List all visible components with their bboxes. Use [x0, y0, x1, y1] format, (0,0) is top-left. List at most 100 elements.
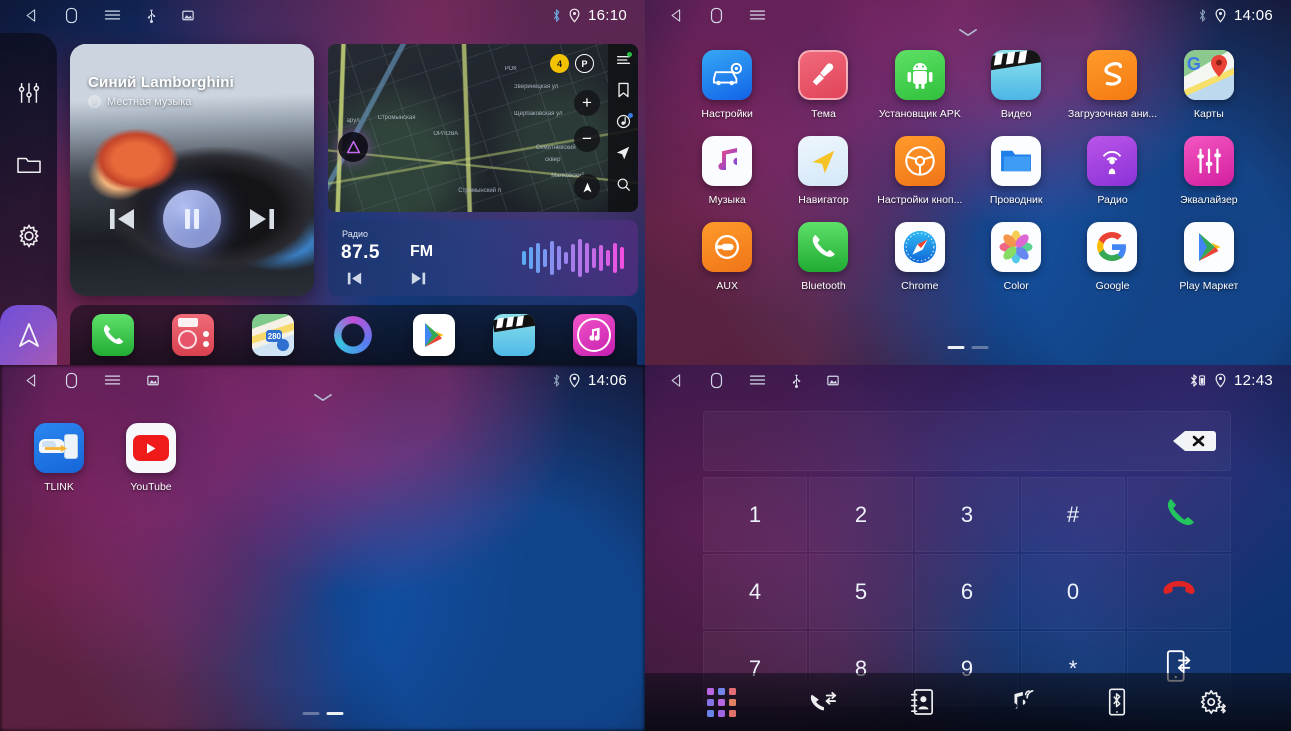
- map-widget[interactable]: арул Зверинецкая ул Щербаковская ул Стромын…: [328, 44, 638, 212]
- back-icon[interactable]: [24, 373, 39, 388]
- screenshot-icon[interactable]: [827, 375, 839, 386]
- page-dot[interactable]: [947, 346, 965, 349]
- dock-item-play-store-icon[interactable]: [412, 314, 455, 356]
- dock-item-radio-icon[interactable]: [172, 314, 215, 356]
- app-grid-item[interactable]: Play Маркет: [1161, 222, 1257, 292]
- contacts-book-icon[interactable]: [910, 688, 934, 716]
- map-compass-button[interactable]: [574, 174, 600, 200]
- page-dot[interactable]: [302, 712, 319, 715]
- previous-track-button[interactable]: [107, 206, 137, 232]
- key-5[interactable]: 5: [809, 554, 913, 629]
- keypad-dots-icon[interactable]: [707, 687, 737, 717]
- folder-icon[interactable]: [16, 153, 42, 175]
- app-grid-item-label: Google: [1095, 280, 1130, 292]
- sidebar-navigation-tile[interactable]: [0, 305, 57, 365]
- hangup-button[interactable]: [1127, 554, 1231, 629]
- next-track-button[interactable]: [247, 206, 277, 232]
- app-grid-item[interactable]: Настройки кноп...: [872, 136, 968, 206]
- dock-item-phone-icon[interactable]: [92, 314, 134, 356]
- dock-item-assistant-ring-icon[interactable]: [332, 314, 374, 356]
- waveform-bar: [578, 239, 582, 277]
- app-grid-item[interactable]: Видео: [968, 50, 1064, 120]
- page-dot[interactable]: [326, 712, 343, 715]
- menu-icon[interactable]: [749, 8, 766, 22]
- location-icon: [569, 8, 580, 23]
- map-zoom-out-button[interactable]: −: [574, 126, 600, 152]
- app-grid-item[interactable]: G Карты: [1161, 50, 1257, 120]
- usb-icon[interactable]: [792, 373, 801, 388]
- dock-item-maps-icon[interactable]: 280: [252, 314, 295, 356]
- app-grid-item[interactable]: Google: [1064, 222, 1160, 292]
- equalizer-icon[interactable]: [17, 81, 41, 105]
- statusbar-clock: 12:43: [1233, 371, 1273, 389]
- pane-dialer: 12:43 1 2 3 #4 5 6 0 7 8 9 *: [645, 365, 1291, 731]
- menu-icon[interactable]: [104, 8, 121, 22]
- home-icon[interactable]: [65, 372, 78, 389]
- screenshot-icon[interactable]: [182, 10, 194, 21]
- menu-icon[interactable]: [104, 373, 121, 387]
- desktop-app-youtube[interactable]: YouTube: [126, 423, 176, 493]
- key-2[interactable]: 2: [809, 477, 913, 552]
- app-grid-item[interactable]: Проводник: [968, 136, 1064, 206]
- key-6[interactable]: 6: [915, 554, 1019, 629]
- map-street-label: Щербаковская ул: [514, 111, 563, 118]
- page-dot[interactable]: [971, 346, 989, 349]
- map-badges: 4P: [550, 54, 594, 73]
- app-grid-item[interactable]: Загрузочная ани...: [1064, 50, 1160, 120]
- parking-badge[interactable]: P: [575, 54, 594, 73]
- tlink-icon: [34, 423, 84, 473]
- app-grid-item[interactable]: Навигатор: [775, 136, 871, 206]
- traffic-badge[interactable]: 4: [550, 54, 569, 73]
- call-history-icon[interactable]: [808, 689, 838, 715]
- app-grid-item[interactable]: Chrome: [872, 222, 968, 292]
- key-1[interactable]: 1: [703, 477, 807, 552]
- app-grid-item[interactable]: AUX: [679, 222, 775, 292]
- home-icon[interactable]: [65, 7, 78, 24]
- bookmark-icon[interactable]: [617, 82, 630, 98]
- screenshot-icon[interactable]: [147, 375, 159, 386]
- dialer-number-display[interactable]: [703, 411, 1231, 471]
- app-grid-item[interactable]: Установщик APK: [872, 50, 968, 120]
- app-grid-item[interactable]: Тема: [775, 50, 871, 120]
- map-zoom-in-button[interactable]: +: [574, 90, 600, 116]
- radio-next-button[interactable]: [410, 271, 427, 286]
- app-grid-item[interactable]: Настройки: [679, 50, 775, 120]
- search-icon[interactable]: [616, 177, 631, 192]
- app-grid-item-label: Видео: [1000, 108, 1032, 120]
- app-grid-item[interactable]: Эквалайзер: [1161, 136, 1257, 206]
- play-pause-button[interactable]: [163, 190, 221, 248]
- app-grid-item[interactable]: Радио: [1064, 136, 1160, 206]
- back-icon[interactable]: [669, 8, 684, 23]
- dock-item-video-icon[interactable]: [492, 314, 535, 356]
- bt-phone-icon[interactable]: [1107, 687, 1127, 717]
- music-disc-icon[interactable]: [616, 113, 633, 129]
- backspace-icon[interactable]: [1172, 428, 1216, 454]
- statusbar-clock: 14:06: [587, 371, 627, 389]
- app-grid-item[interactable]: Музыка: [679, 136, 775, 206]
- radio-previous-button[interactable]: [346, 271, 363, 286]
- key-4[interactable]: 4: [703, 554, 807, 629]
- gear-icon[interactable]: [16, 223, 42, 249]
- call-button[interactable]: [1127, 477, 1231, 552]
- key-label: 6: [960, 578, 974, 604]
- app-grid-item-label: Play Маркет: [1179, 280, 1239, 292]
- desktop-app-tlink[interactable]: TLINK: [34, 423, 84, 493]
- key-3[interactable]: 3: [915, 477, 1019, 552]
- music-player-card[interactable]: Синий Lamborghini ♪ Местная музыка: [70, 44, 314, 296]
- menu-icon[interactable]: [749, 373, 766, 387]
- usb-icon[interactable]: [147, 8, 156, 23]
- bt-settings-icon[interactable]: [1199, 688, 1229, 716]
- bt-music-icon[interactable]: [1007, 688, 1035, 716]
- home-icon[interactable]: [710, 372, 723, 389]
- key-hash[interactable]: #: [1021, 477, 1125, 552]
- home-icon[interactable]: [710, 7, 723, 24]
- app-grid-item[interactable]: Color: [968, 222, 1064, 292]
- menu-icon[interactable]: [616, 52, 632, 66]
- radio-widget[interactable]: Радио 87.5 FM: [328, 220, 638, 296]
- app-grid-item[interactable]: Bluetooth: [775, 222, 871, 292]
- dock-item-music-icon[interactable]: [572, 314, 615, 356]
- key-0[interactable]: 0: [1021, 554, 1125, 629]
- back-icon[interactable]: [24, 8, 39, 23]
- navigation-arrow-icon[interactable]: [615, 145, 631, 161]
- back-icon[interactable]: [669, 373, 684, 388]
